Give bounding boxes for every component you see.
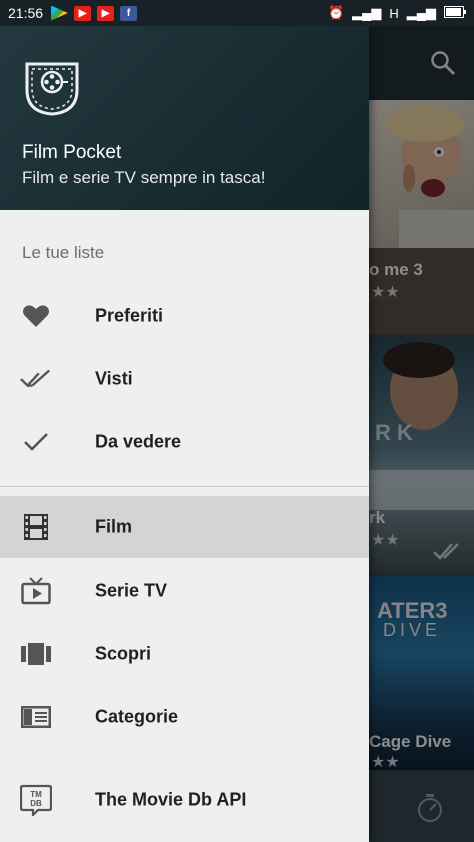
drawer-item-preferiti[interactable]: Preferiti [0,285,369,347]
drawer-item-label: Film [95,516,133,537]
check-icon [20,426,52,458]
lists-section-title: Le tue liste [22,243,105,262]
drawer-item-scopri[interactable]: Scopri [0,623,369,685]
signal-icon-2: ▂▄▆ [406,5,436,20]
category-list-icon [20,701,52,733]
drawer-header: Film Pocket Film e serie TV sempre in ta… [0,26,369,210]
signal-icon: ▂▄▆ [352,5,382,20]
drawer-item-serie-tv[interactable]: Serie TV [0,560,369,622]
drawer-item-label: The Movie Db API [95,789,247,810]
network-type: H [389,5,399,21]
film-pocket-logo [24,60,80,116]
drawer-item-film[interactable]: Film [0,496,369,558]
film-strip-icon [20,511,52,543]
drawer-item-label: Da vedere [95,431,182,452]
svg-text:DB: DB [30,799,42,808]
carousel-icon [20,638,52,670]
status-time: 21:56 [8,5,44,21]
drawer-item-label: Serie TV [95,580,168,601]
youtube-icon: ▶ [74,5,92,21]
navigation-drawer: Film Pocket Film e serie TV sempre in ta… [0,26,369,842]
drawer-item-visti[interactable]: Visti [0,348,369,410]
status-indicators: ⏰ ▂▄▆ H ▂▄▆ [328,5,466,21]
drawer-item-label: Categorie [95,706,179,727]
app-tagline: Film e serie TV sempre in tasca! [22,168,266,187]
facebook-icon: f [120,5,138,21]
drawer-item-label: Scopri [95,643,152,664]
drawer-item-categorie[interactable]: Categorie [0,686,369,748]
tv-icon [20,575,52,607]
svg-text:TM: TM [30,790,42,799]
status-bar: 21:56 ▶ ▶ f ⏰ ▂▄▆ H ▂▄▆ [0,0,474,26]
drawer-item-label: Visti [95,368,133,389]
heart-icon [20,300,52,332]
tmdb-icon: TM DB [20,784,52,816]
play-store-icon [51,5,69,21]
double-check-icon [20,363,52,395]
battery-icon [444,5,466,21]
drawer-item-da-vedere[interactable]: Da vedere [0,411,369,473]
drawer-item-label: Preferiti [95,305,164,326]
app-name: Film Pocket [22,142,122,163]
youtube-icon: ▶ [97,5,115,21]
alarm-icon: ⏰ [327,5,345,20]
drawer-item-tmdb[interactable]: TM DB The Movie Db API [0,769,369,831]
drawer-divider [0,486,369,487]
